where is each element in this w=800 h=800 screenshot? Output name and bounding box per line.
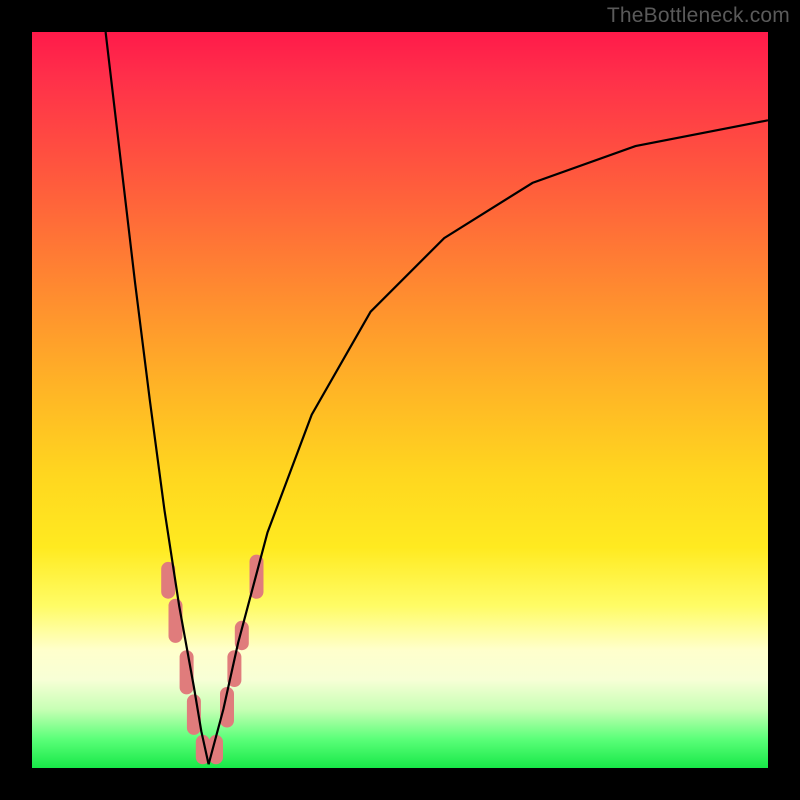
chart-frame: TheBottleneck.com	[0, 0, 800, 800]
watermark-text: TheBottleneck.com	[607, 4, 790, 28]
curve-marker	[169, 599, 183, 643]
bottleneck-curve-svg	[32, 32, 768, 768]
plot-area	[32, 32, 768, 768]
curve-left-arm	[106, 32, 209, 764]
curve-right-arm	[209, 120, 768, 764]
